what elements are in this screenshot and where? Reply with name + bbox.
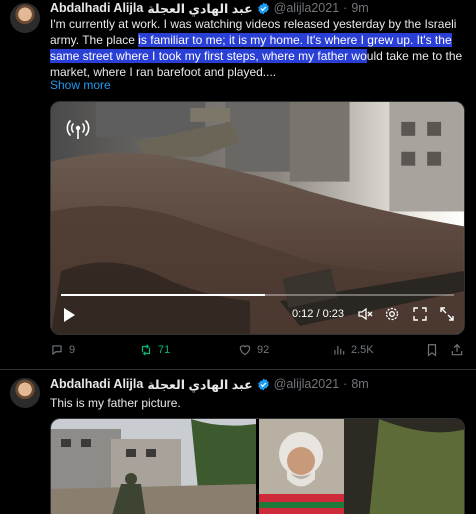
share-icon <box>451 343 463 356</box>
separator-dot: · <box>343 377 348 391</box>
mute-icon[interactable] <box>357 306 373 322</box>
author-handle[interactable]: @alijla2021 <box>274 1 340 15</box>
tweet-header: Abdalhadi Alijla عبد الهادي العجلة @alij… <box>50 0 468 16</box>
street-photo <box>51 419 256 514</box>
broadcast-icon <box>66 119 90 139</box>
settings-gear-icon[interactable] <box>384 306 400 322</box>
heart-icon <box>239 345 251 356</box>
views-chart-icon <box>334 345 345 355</box>
author-name[interactable]: Abdalhadi Alijla <box>50 377 143 391</box>
tweet-media-grid <box>50 418 465 514</box>
views-button[interactable]: 2.5K <box>332 343 374 357</box>
author-handle[interactable]: @alijla2021 <box>274 377 340 391</box>
bookmark-icon <box>427 344 437 357</box>
like-count: 92 <box>257 344 270 356</box>
bookmark-button[interactable] <box>425 343 439 357</box>
video-duration: 0:23 <box>322 308 345 320</box>
play-icon[interactable] <box>61 306 77 324</box>
reply-count: 9 <box>69 344 76 356</box>
video-elapsed: 0:12 <box>292 308 314 320</box>
tweet-text: This is my father picture. <box>50 396 181 410</box>
tweet-time[interactable]: 8m <box>351 377 368 391</box>
father-poster-photo <box>259 419 464 514</box>
expand-icon[interactable] <box>412 306 428 322</box>
share-button[interactable] <box>450 343 464 357</box>
media-image-street[interactable] <box>51 419 256 514</box>
retweet-button[interactable]: 71 <box>139 343 170 357</box>
author-arabic-name[interactable]: عبد الهادي العجلة <box>147 377 252 392</box>
retweet-icon <box>141 344 151 356</box>
like-button[interactable]: 92 <box>238 343 269 357</box>
verified-badge-icon <box>257 2 269 14</box>
video-progress-bar[interactable] <box>61 294 454 296</box>
fullscreen-icon[interactable] <box>439 306 455 322</box>
verified-badge-icon <box>257 378 269 390</box>
avatar[interactable] <box>10 3 40 33</box>
tweet-header: Abdalhadi Alijla عبد الهادي العجلة @alij… <box>50 376 468 392</box>
show-more-link[interactable]: Show more <box>50 78 111 92</box>
video-controls: 0:12 / 0:23 <box>51 298 464 334</box>
video-time: 0:12 / 0:23 <box>292 308 345 320</box>
tweet-text: I'm currently at work. I was watching vi… <box>50 16 466 80</box>
tweet-1[interactable]: Abdalhadi Alijla عبد الهادي العجلة @alij… <box>0 0 476 370</box>
retweet-count: 71 <box>158 344 171 356</box>
author-name[interactable]: Abdalhadi Alijla <box>50 1 143 15</box>
author-arabic-name[interactable]: عبد الهادي العجلة <box>147 1 252 16</box>
avatar[interactable] <box>10 378 40 408</box>
video-progress-fill <box>61 294 266 296</box>
video-player[interactable]: 0:12 / 0:23 <box>50 101 465 335</box>
media-image-poster[interactable] <box>259 419 464 514</box>
reply-button[interactable]: 9 <box>50 343 75 357</box>
reply-icon <box>52 345 62 355</box>
tweet-time[interactable]: 9m <box>351 1 368 15</box>
views-count: 2.5K <box>351 344 374 356</box>
tweet-2[interactable]: Abdalhadi Alijla عبد الهادي العجلة @alij… <box>0 371 476 514</box>
tweet-actions: 9 71 92 2.5K <box>50 343 466 361</box>
separator-dot: · <box>343 1 348 15</box>
